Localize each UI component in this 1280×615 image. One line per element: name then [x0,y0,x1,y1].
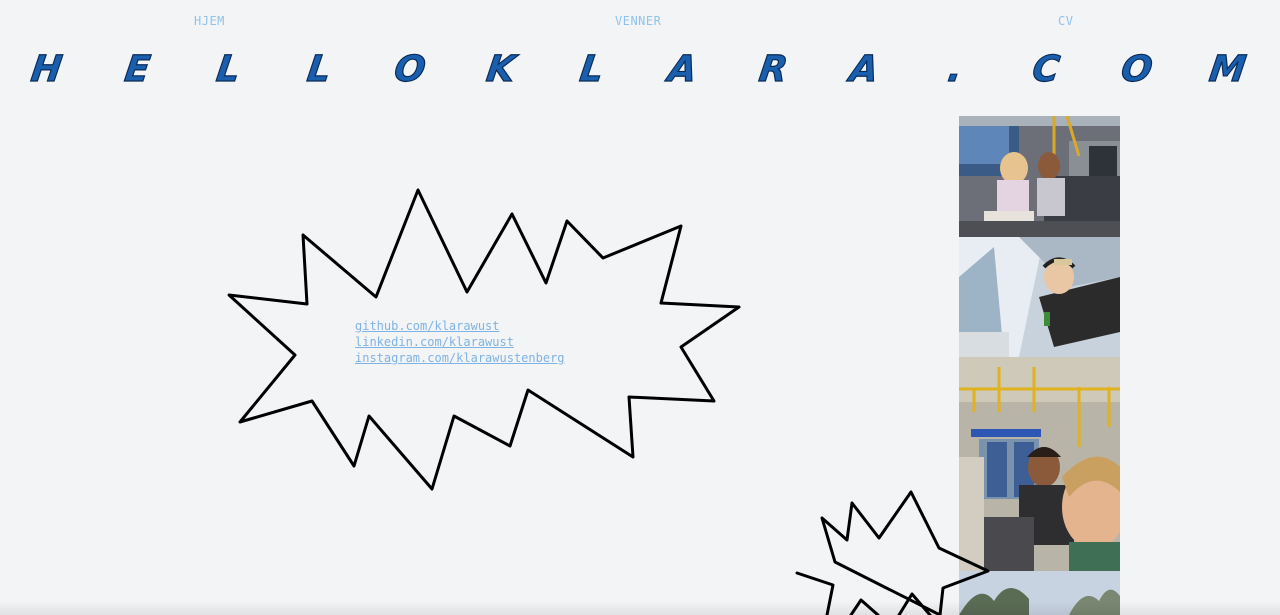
title-letter: A [663,47,700,90]
title-letter: E [122,47,153,90]
title-letter: L [577,47,606,90]
title-letter: H [29,47,65,90]
github-link[interactable]: github.com/klarawust [355,318,565,334]
bottom-edge-shadow [0,601,1280,615]
title-letter: R [757,47,791,90]
title-letter: . [945,47,965,90]
nav-cv-link[interactable]: CV [1058,14,1073,28]
title-letter: O [392,47,429,90]
title-letter: O [1119,47,1156,90]
site-title-letters: H E L L O K L A R A. C O M [28,47,1249,91]
social-links: github.com/klarawust linkedin.com/klaraw… [355,318,565,366]
title-letter: K [484,47,521,90]
title-letter: A [844,47,881,90]
title-letter: M [1207,47,1249,90]
tilted-selfie-photo [959,237,1120,357]
title-letter: L [305,47,334,90]
nav-home-link[interactable]: HJEM [194,14,225,28]
linkedin-link[interactable]: linkedin.com/klarawust [355,334,565,350]
train-friends-photo [959,116,1120,237]
title-letter: C [1030,47,1063,90]
metro-selfie-photo [959,357,1120,571]
site-title: H E L L O K L A R A. C O M [0,44,1280,94]
page: HJEM VENNER CV H E L L O K L A R A. C O M github.com… [0,0,1280,615]
nav-friends-link[interactable]: VENNER [615,14,661,28]
instagram-link[interactable]: instagram.com/klarawustenberg [355,350,565,366]
title-letter: L [214,47,243,90]
